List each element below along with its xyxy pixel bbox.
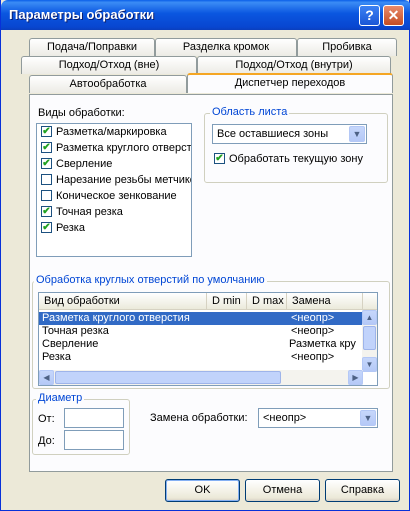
- checkbox-icon[interactable]: [41, 173, 52, 185]
- processing-type-item[interactable]: ✔ Сверление: [41, 157, 112, 174]
- processing-type-item[interactable]: ✔ Резка: [41, 221, 85, 238]
- dialog-window: Параметры обработки ? ✕ Подача/Поправки …: [0, 0, 410, 511]
- column-dmin[interactable]: D min: [207, 293, 247, 310]
- column-dmax[interactable]: D max: [247, 293, 287, 310]
- table-row[interactable]: Сверление Разметка кру: [39, 338, 363, 351]
- processing-type-item[interactable]: ✔ Разметка круглого отверстия: [41, 141, 191, 158]
- column-replace[interactable]: Замена: [287, 293, 363, 310]
- processing-type-item[interactable]: ✔ Разметка/маркировка: [41, 125, 167, 142]
- help-button[interactable]: Справка: [325, 479, 400, 502]
- sheet-area-title: Область листа: [210, 106, 290, 118]
- table-row[interactable]: Резка <неопр>: [39, 351, 363, 364]
- checkbox-icon[interactable]: ✔: [41, 221, 52, 233]
- diameter-title: Диаметр: [36, 392, 85, 404]
- table-row[interactable]: Разметка круглого отверстия <неопр>: [39, 312, 363, 325]
- help-icon[interactable]: ?: [359, 5, 380, 26]
- diameter-to-label: До:: [38, 435, 55, 447]
- round-holes-title: Обработка круглых отверстий по умолчанию: [34, 274, 267, 286]
- checkbox-icon[interactable]: ✔: [41, 125, 52, 137]
- checkbox-icon[interactable]: ✔: [41, 205, 52, 217]
- tab-panel: Виды обработки: ✔ Разметка/маркировка ✔ Ра…: [29, 94, 393, 472]
- ok-button[interactable]: OK: [165, 479, 240, 502]
- processing-type-item[interactable]: Коническое зенкование: [41, 189, 177, 206]
- column-type[interactable]: Вид обработки: [39, 293, 207, 310]
- scroll-left-icon[interactable]: ◀: [39, 370, 54, 385]
- diameter-to-input[interactable]: [64, 430, 124, 450]
- tab-transition-manager[interactable]: Диспетчер переходов: [187, 73, 393, 93]
- scroll-up-icon[interactable]: ▲: [362, 310, 377, 325]
- scroll-down-icon[interactable]: ▼: [362, 357, 377, 372]
- chevron-down-icon[interactable]: ▼: [349, 126, 365, 142]
- listview-header: Вид обработки D min D max Замена: [39, 293, 377, 310]
- scroll-right-icon[interactable]: ▶: [348, 370, 363, 385]
- window-title: Параметры обработки: [9, 7, 155, 22]
- chevron-down-icon[interactable]: ▼: [360, 410, 376, 426]
- tab-auto-processing[interactable]: Автообработка: [29, 75, 187, 93]
- table-row[interactable]: Точная резка <неопр>: [39, 325, 363, 338]
- close-icon[interactable]: ✕: [383, 5, 404, 26]
- tab-approach-outside[interactable]: Подход/Отход (вне): [21, 56, 197, 74]
- tab-feed[interactable]: Подача/Поправки: [29, 38, 155, 56]
- checkbox-icon[interactable]: ✔: [214, 152, 225, 164]
- replace-label: Замена обработки:: [150, 412, 248, 424]
- round-holes-listview[interactable]: Вид обработки D min D max Замена Разметк…: [38, 292, 378, 386]
- processing-types-label: Виды обработки:: [38, 107, 125, 119]
- replace-combo[interactable]: <неопр> ▼: [258, 408, 378, 428]
- tab-approach-inside[interactable]: Подход/Отход (внутри): [197, 56, 391, 74]
- process-current-zone[interactable]: ✔ Обработать текущую зону: [214, 152, 363, 165]
- checkbox-icon[interactable]: ✔: [41, 141, 52, 153]
- checkbox-icon[interactable]: ✔: [41, 157, 52, 169]
- processing-type-item[interactable]: Нарезание резьбы метчиком: [41, 173, 191, 190]
- tab-punching[interactable]: Пробивка: [297, 38, 397, 56]
- checkbox-icon[interactable]: [41, 189, 52, 201]
- scroll-thumb[interactable]: [363, 326, 376, 350]
- horizontal-scrollbar[interactable]: ◀ ▶: [39, 370, 363, 385]
- tab-edge-prep[interactable]: Разделка кромок: [155, 38, 297, 56]
- cancel-button[interactable]: Отмена: [245, 479, 320, 502]
- scroll-thumb[interactable]: [55, 371, 281, 384]
- diameter-from-input[interactable]: [64, 408, 124, 428]
- sheet-area-combo[interactable]: Все оставшиеся зоны ▼: [212, 124, 367, 144]
- title-bar[interactable]: Параметры обработки ? ✕: [1, 0, 410, 30]
- vertical-scrollbar[interactable]: ▲ ▼: [362, 310, 377, 372]
- diameter-from-label: От:: [38, 413, 55, 425]
- processing-type-item[interactable]: ✔ Точная резка: [41, 205, 123, 222]
- processing-types-list: ✔ Разметка/маркировка ✔ Разметка круглого …: [36, 123, 192, 257]
